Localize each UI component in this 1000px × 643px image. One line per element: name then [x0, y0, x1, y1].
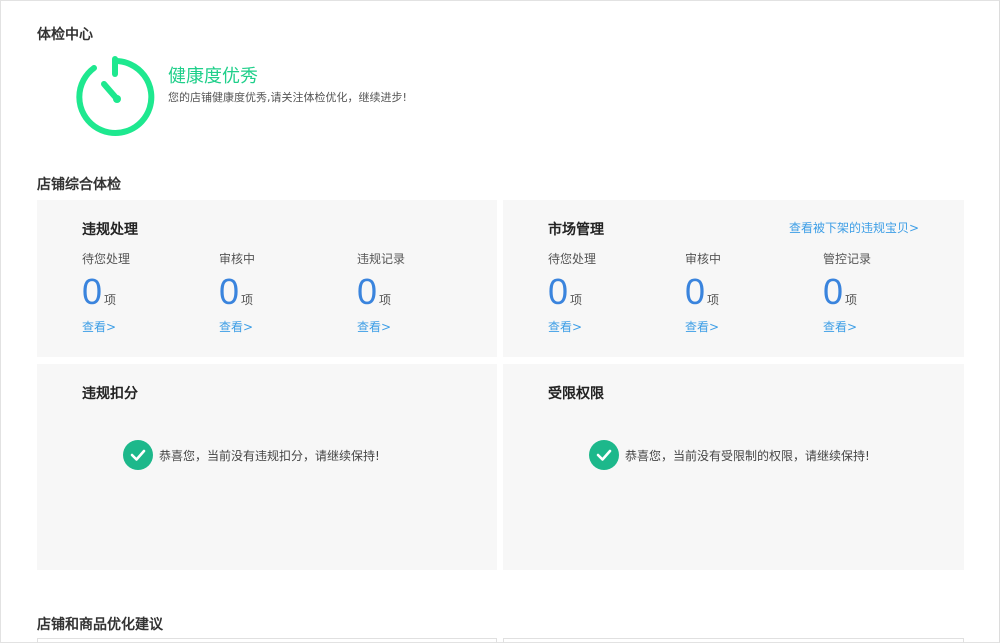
stat-label: 审核中: [219, 252, 256, 266]
market-stat-control-records: 管控记录 0项 查看>: [823, 250, 943, 335]
deduction-card-title: 违规扣分: [82, 386, 138, 402]
stat-unit: 项: [570, 293, 583, 307]
stat-label: 违规记录: [357, 252, 406, 266]
market-stat-reviewing: 审核中 0项 查看>: [685, 250, 805, 335]
check-circle-icon: [589, 440, 619, 470]
view-link[interactable]: 查看>: [548, 318, 582, 335]
health-section-title: 体检中心: [37, 27, 93, 43]
restriction-card-title: 受限权限: [548, 386, 604, 402]
deduction-notice-text: 恭喜您，当前没有违规扣分，请继续保持!: [159, 448, 380, 463]
stat-label: 管控记录: [823, 252, 872, 266]
suggestion-box-right: [503, 638, 964, 643]
deduction-card: 违规扣分 恭喜您，当前没有违规扣分，请继续保持!: [37, 364, 497, 570]
stat-label: 待您处理: [82, 252, 131, 266]
stat-unit: 项: [379, 293, 392, 307]
violation-stat-records: 违规记录 0项 查看>: [357, 250, 477, 335]
removed-items-link[interactable]: 查看被下架的违规宝贝>: [789, 219, 919, 236]
stopwatch-icon: [76, 56, 155, 136]
stat-number: 0: [548, 271, 569, 312]
view-link[interactable]: 查看>: [357, 318, 391, 335]
stat-number: 0: [219, 271, 240, 312]
view-link[interactable]: 查看>: [823, 318, 857, 335]
market-stat-pending: 待您处理 0项 查看>: [548, 250, 668, 335]
violation-card-title: 违规处理: [82, 222, 138, 238]
restriction-notice: 恭喜您，当前没有受限制的权限，请继续保持!: [589, 440, 870, 470]
stat-number: 0: [685, 271, 706, 312]
stat-number: 0: [82, 271, 103, 312]
stat-number: 0: [823, 271, 844, 312]
stat-number: 0: [357, 271, 378, 312]
health-status-title: 健康度优秀: [168, 66, 258, 87]
health-status-desc: 您的店铺健康度优秀,请关注体检优化，继续进步!: [168, 91, 407, 104]
overall-section-title: 店铺综合体检: [37, 177, 121, 193]
stat-unit: 项: [104, 293, 117, 307]
violation-stat-reviewing: 审核中 0项 查看>: [219, 250, 339, 335]
market-card-title: 市场管理: [548, 222, 604, 238]
suggestion-section-title: 店铺和商品优化建议: [37, 617, 163, 633]
stat-unit: 项: [707, 293, 720, 307]
view-link[interactable]: 查看>: [219, 318, 253, 335]
suggestion-box-left: [37, 638, 497, 643]
stat-label: 审核中: [685, 252, 722, 266]
stat-unit: 项: [845, 293, 858, 307]
stat-label: 待您处理: [548, 252, 597, 266]
view-link[interactable]: 查看>: [82, 318, 116, 335]
view-link[interactable]: 查看>: [685, 318, 719, 335]
stat-unit: 项: [241, 293, 254, 307]
market-card: 市场管理 查看被下架的违规宝贝> 待您处理 0项 查看> 审核中 0项 查看> …: [503, 200, 964, 357]
deduction-notice: 恭喜您，当前没有违规扣分，请继续保持!: [123, 440, 380, 470]
restriction-notice-text: 恭喜您，当前没有受限制的权限，请继续保持!: [625, 448, 870, 463]
restriction-card: 受限权限 恭喜您，当前没有受限制的权限，请继续保持!: [503, 364, 964, 570]
violation-card: 违规处理 待您处理 0项 查看> 审核中 0项 查看> 违规记录 0项 查看>: [37, 200, 497, 357]
check-circle-icon: [123, 440, 153, 470]
violation-stat-pending: 待您处理 0项 查看>: [82, 250, 202, 335]
